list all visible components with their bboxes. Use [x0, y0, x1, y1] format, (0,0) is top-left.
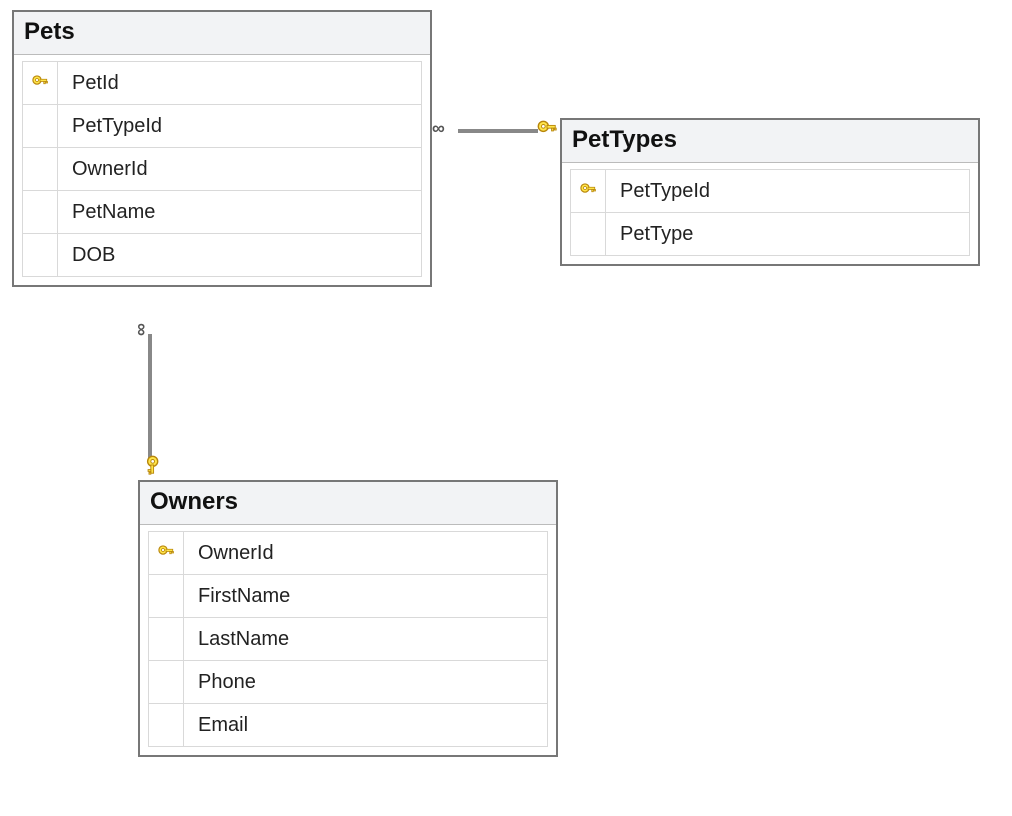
- table-row[interactable]: Phone: [148, 661, 548, 704]
- pk-cell-empty: [23, 191, 58, 233]
- pk-cell-empty: [23, 148, 58, 190]
- column-name: Email: [184, 714, 547, 737]
- foreign-key-icon: [536, 119, 558, 141]
- primary-key-icon: [149, 532, 184, 574]
- column-name: LastName: [184, 628, 547, 651]
- table-title-owners: Owners: [140, 482, 556, 525]
- column-name: FirstName: [184, 585, 547, 608]
- column-name: OwnerId: [184, 542, 547, 565]
- pk-cell-empty: [23, 234, 58, 276]
- table-row[interactable]: PetTypeId: [22, 105, 422, 148]
- primary-key-icon: [571, 170, 606, 212]
- infinity-icon: ∞: [432, 118, 439, 139]
- table-row[interactable]: DOB: [22, 234, 422, 277]
- column-name: OwnerId: [58, 158, 421, 181]
- column-name: PetTypeId: [58, 115, 421, 138]
- relationship-line: [458, 128, 538, 134]
- table-pets[interactable]: Pets PetId PetTypeId OwnerId PetName DOB: [12, 10, 432, 287]
- pk-cell-empty: [149, 618, 184, 660]
- column-name: PetId: [58, 72, 421, 95]
- table-row[interactable]: LastName: [148, 618, 548, 661]
- column-name: PetTypeId: [606, 180, 969, 203]
- table-row[interactable]: PetType: [570, 213, 970, 256]
- pk-cell-empty: [571, 213, 606, 255]
- relationship-line: [147, 334, 153, 458]
- pk-cell-empty: [23, 105, 58, 147]
- infinity-icon: ∞: [131, 323, 152, 330]
- primary-key-icon: [23, 62, 58, 104]
- table-pettypes[interactable]: PetTypes PetTypeId PetType: [560, 118, 980, 266]
- pk-cell-empty: [149, 704, 184, 746]
- table-row[interactable]: PetName: [22, 191, 422, 234]
- table-owners[interactable]: Owners OwnerId FirstName LastName Phone …: [138, 480, 558, 757]
- table-row[interactable]: PetId: [22, 61, 422, 105]
- diagram-canvas: Pets PetId PetTypeId OwnerId PetName DOB: [0, 0, 1012, 816]
- table-row[interactable]: FirstName: [148, 575, 548, 618]
- table-title-pettypes: PetTypes: [562, 120, 978, 163]
- table-row[interactable]: Email: [148, 704, 548, 747]
- foreign-key-icon: [138, 454, 160, 476]
- table-body-owners: OwnerId FirstName LastName Phone Email: [140, 525, 556, 755]
- table-row[interactable]: PetTypeId: [570, 169, 970, 213]
- table-title-pets: Pets: [14, 12, 430, 55]
- pk-cell-empty: [149, 661, 184, 703]
- table-body-pettypes: PetTypeId PetType: [562, 163, 978, 264]
- table-row[interactable]: OwnerId: [22, 148, 422, 191]
- table-row[interactable]: OwnerId: [148, 531, 548, 575]
- column-name: PetName: [58, 201, 421, 224]
- pk-cell-empty: [149, 575, 184, 617]
- column-name: DOB: [58, 244, 421, 267]
- column-name: Phone: [184, 671, 547, 694]
- column-name: PetType: [606, 223, 969, 246]
- table-body-pets: PetId PetTypeId OwnerId PetName DOB: [14, 55, 430, 285]
